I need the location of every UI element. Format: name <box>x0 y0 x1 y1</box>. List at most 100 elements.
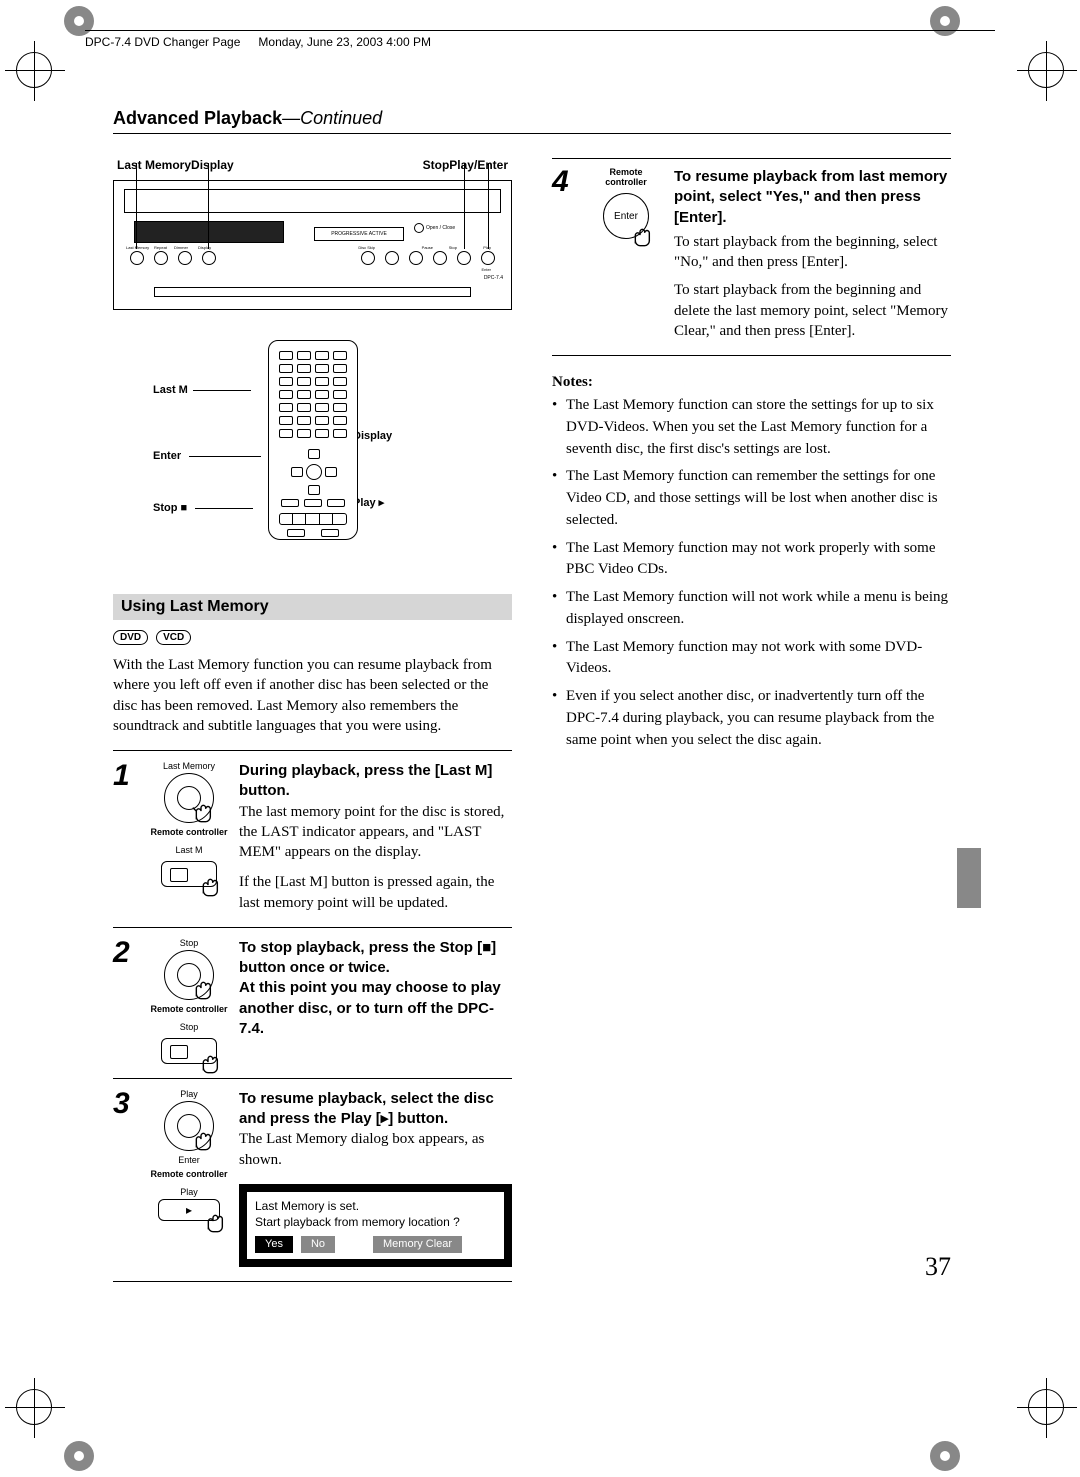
hand-icon <box>187 794 215 826</box>
step-1: 1 Last Memory Remote controller Last M D… <box>113 751 512 928</box>
rbtn <box>321 529 339 537</box>
player-disc-slot <box>154 287 471 297</box>
rbtn <box>320 514 333 524</box>
step-1-rc-label: Remote controller <box>149 827 229 837</box>
rbtn <box>333 403 347 412</box>
step-2-icons: Stop Remote controller Stop <box>149 938 229 1064</box>
dpad-left <box>291 467 303 477</box>
player-btn-stop <box>457 251 471 265</box>
rbtn <box>304 499 322 507</box>
remote-body <box>268 340 358 540</box>
rbtn <box>315 429 329 438</box>
rbtn <box>279 364 293 373</box>
rbtn <box>297 416 311 425</box>
callout-play-enter: Play/Enter <box>449 158 508 172</box>
osd-btn-memory-clear: Memory Clear <box>373 1236 462 1253</box>
step-1-panel-label: Last M <box>149 845 229 855</box>
open-close-text: Open / Close <box>426 225 455 231</box>
remote-top-grid <box>279 351 347 438</box>
dpad-up <box>308 449 320 459</box>
header-date: Monday, June 23, 2003 4:00 PM <box>258 35 431 49</box>
step-3-knob-label2: Enter <box>149 1155 229 1165</box>
osd-line1: Last Memory is set. <box>255 1198 496 1214</box>
player-top-panel <box>124 189 501 213</box>
step-2-panel-button <box>161 1038 217 1064</box>
rbtn <box>315 403 329 412</box>
reg-mark-r1 <box>1028 52 1064 88</box>
lead-stop <box>464 163 465 249</box>
player-btn-lastmem <box>130 251 144 265</box>
step-4-number: 4 <box>552 167 578 341</box>
callout-display: Display <box>191 158 234 172</box>
step-3-knob-label: Play <box>149 1089 229 1099</box>
step-2-text: To stop playback, press the Stop [■] but… <box>239 938 512 1064</box>
step-4-p2: To start playback from the beginning and… <box>674 280 951 341</box>
callout-last-memory: Last Memory <box>117 158 191 172</box>
rbtn <box>279 429 293 438</box>
step-4-icons: Remote controller Enter <box>588 167 664 341</box>
step-1-knob <box>164 773 214 823</box>
thumb-tab <box>957 848 981 908</box>
player-lbl-enter: Enter <box>481 267 491 272</box>
section-band-title: Using Last Memory <box>121 598 269 615</box>
remote-dpad <box>291 449 337 495</box>
player-btn-prev <box>385 251 399 265</box>
play-triangle-icon: ▸ <box>186 1203 192 1217</box>
step-3-panel-label: Play <box>149 1187 229 1197</box>
rbtn <box>279 403 293 412</box>
rline-enter <box>189 456 261 457</box>
osd-btn-yes: Yes <box>255 1236 293 1253</box>
step-4: 4 Remote controller Enter To resume play… <box>552 159 951 356</box>
step-1-p2: If the [Last M] button is pressed again,… <box>239 872 512 913</box>
format-badges: DVD VCD <box>113 630 512 645</box>
step-2-rc-label: Remote controller <box>149 1004 229 1014</box>
player-btn-next <box>409 251 423 265</box>
rbtn <box>333 364 347 373</box>
player-progressive-box: PROGRESSIVE ACTIVE <box>314 227 404 241</box>
rbtn <box>279 416 293 425</box>
osd-btn-no: No <box>301 1236 335 1253</box>
rbtn <box>315 364 329 373</box>
section-title: Advanced Playback—Continued <box>113 108 951 134</box>
remote-callout-stop: Stop ■ <box>153 502 187 514</box>
page-number: 37 <box>925 1252 951 1282</box>
step-2-panel-label: Stop <box>149 1022 229 1032</box>
reg-mark-br-disc <box>930 1441 960 1471</box>
rbtn <box>279 390 293 399</box>
step-4-p1: To start playback from the beginning, se… <box>674 232 951 273</box>
player-callout-labels: Last Memory Display Stop Play/Enter <box>113 158 512 172</box>
player-btn-repeat <box>154 251 168 265</box>
note-item: The Last Memory function can remember th… <box>552 466 951 531</box>
step-2-head: To stop playback, press the Stop [■] but… <box>239 938 512 979</box>
rbtn <box>297 364 311 373</box>
rbtn <box>315 416 329 425</box>
rbtn <box>333 390 347 399</box>
step-3-head: To resume playback, select the disc and … <box>239 1089 512 1130</box>
player-lbl-discskip: Disc Skip <box>358 245 375 250</box>
lead-play <box>488 163 489 249</box>
rbtn <box>297 351 311 360</box>
player-lbl-repeat: Repeat <box>154 245 167 250</box>
rline-lastm <box>193 390 251 391</box>
hand-icon <box>199 1204 227 1236</box>
step-2-head2: At this point you may choose to play ano… <box>239 978 512 1039</box>
osd-buttons: Yes No Memory Clear <box>255 1236 496 1253</box>
player-progressive-label: PROGRESSIVE ACTIVE <box>331 231 387 237</box>
note-item: The Last Memory function will not work w… <box>552 587 951 631</box>
notes-list: The Last Memory function can store the s… <box>552 395 951 751</box>
rbtn <box>333 429 347 438</box>
rbtn <box>281 499 299 507</box>
framemaker-header: DPC-7.4 DVD Changer Page Monday, June 23… <box>85 30 995 49</box>
step-2-number: 2 <box>113 938 139 1064</box>
player-lbl-stop: Stop <box>449 245 457 250</box>
badge-dvd: DVD <box>113 630 148 645</box>
rbtn <box>297 429 311 438</box>
player-lbl-dimmer: Dimmer <box>174 245 188 250</box>
rbtn <box>297 403 311 412</box>
rbtn <box>315 351 329 360</box>
hand-icon <box>194 868 222 900</box>
step-1-panel-button <box>161 861 217 887</box>
step-1-knob-label: Last Memory <box>149 761 229 771</box>
player-lbl-lastmem: Last Memory <box>126 245 149 250</box>
dpad-center <box>306 464 322 480</box>
